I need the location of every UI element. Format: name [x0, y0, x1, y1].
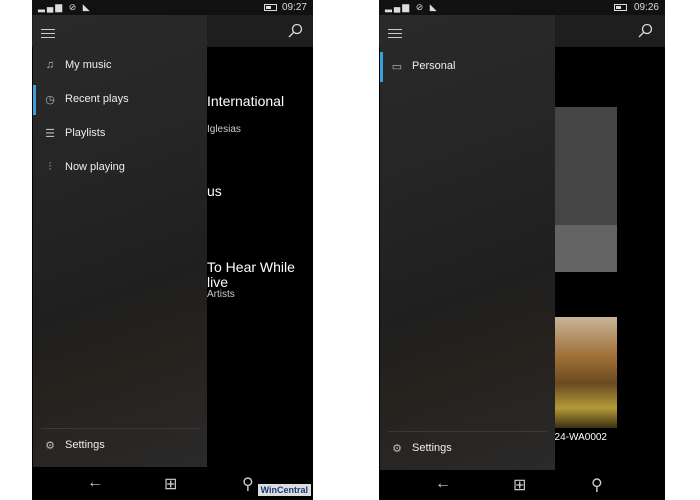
- left-phone-screen: ▂▄▆ ⊘ ◣ 09:27 International Iglesias us …: [32, 0, 313, 500]
- search-icon[interactable]: [287, 23, 303, 39]
- folder-tile-footer: [549, 225, 617, 272]
- status-bar: ▂▄▆ ⊘ ◣ 09:27: [32, 0, 313, 15]
- album-title-line2[interactable]: live: [207, 274, 228, 290]
- album-artist: Artists: [207, 289, 235, 300]
- menu-item-my-music[interactable]: ♫ My music: [33, 51, 207, 81]
- right-phone-screen: ▂▄▆ ⊘ ◣ 09:26 424-WA0002 ▭ Personal ⚙ Sett…: [379, 0, 665, 500]
- album-title[interactable]: International: [207, 93, 284, 109]
- search-icon[interactable]: ⚲: [591, 475, 603, 495]
- folder-tile[interactable]: [549, 107, 617, 225]
- video-camera-icon: ▭: [391, 61, 403, 73]
- search-icon[interactable]: ⚲: [242, 474, 254, 494]
- album-title[interactable]: us: [207, 183, 222, 199]
- navigation-bar: ← ⊞ ⚲: [379, 470, 665, 500]
- wincentral-watermark: WinCentral: [257, 484, 311, 496]
- search-icon[interactable]: [637, 23, 653, 39]
- gear-icon: ⚙: [45, 440, 55, 452]
- clock: 09:27: [281, 2, 307, 13]
- signal-icons: ▂▄▆ ⊘ ◣: [385, 2, 439, 12]
- navigation-drawer: ▭ Personal ⚙ Settings: [380, 15, 555, 470]
- menu-item-recent-plays[interactable]: ◷ Recent plays: [33, 85, 207, 115]
- back-icon[interactable]: ←: [87, 474, 103, 492]
- album-artist: Iglesias: [207, 124, 241, 135]
- clock-icon: ◷: [45, 94, 55, 106]
- photo-label: 424-WA0002: [549, 432, 607, 443]
- signal-icons: ▂▄▆ ⊘ ◣: [38, 2, 92, 12]
- menu-item-now-playing[interactable]: ⫶ Now playing: [33, 153, 207, 183]
- battery-icon: [264, 4, 277, 11]
- battery-icon: [614, 4, 627, 11]
- menu-item-settings[interactable]: ⚙ Settings: [33, 431, 207, 461]
- photo-thumbnail[interactable]: [549, 317, 617, 428]
- hamburger-menu-icon[interactable]: [388, 29, 402, 38]
- back-icon[interactable]: ←: [435, 475, 451, 493]
- navigation-drawer: ♫ My music ◷ Recent plays ☰ Playlists ⫶ Now …: [33, 15, 207, 467]
- menu-item-personal[interactable]: ▭ Personal: [380, 52, 555, 82]
- windows-start-icon[interactable]: ⊞: [164, 474, 177, 494]
- clock: 09:26: [633, 2, 659, 13]
- menu-item-playlists[interactable]: ☰ Playlists: [33, 119, 207, 149]
- windows-start-icon[interactable]: ⊞: [513, 475, 526, 495]
- divider: [388, 431, 547, 432]
- menu-item-settings[interactable]: ⚙ Settings: [380, 434, 555, 464]
- selected-indicator: [33, 85, 36, 115]
- album-title[interactable]: To Hear While: [207, 259, 295, 275]
- gear-icon: ⚙: [392, 443, 402, 455]
- equalizer-icon: ⫶: [48, 161, 52, 173]
- divider: [41, 428, 199, 429]
- status-bar: ▂▄▆ ⊘ ◣ 09:26: [379, 0, 665, 15]
- selected-indicator: [380, 52, 383, 82]
- playlist-icon: ☰: [45, 128, 55, 140]
- music-note-icon: ♫: [45, 59, 55, 71]
- hamburger-menu-icon[interactable]: [41, 29, 55, 38]
